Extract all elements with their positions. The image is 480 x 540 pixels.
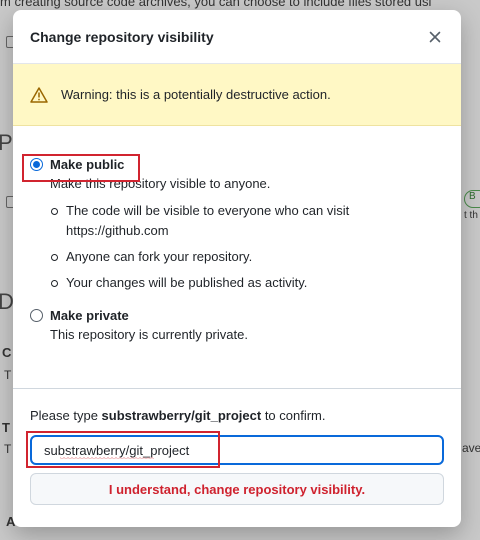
dialog-title: Change repository visibility (30, 28, 214, 45)
confirm-repo-input[interactable] (30, 435, 444, 465)
close-icon (429, 31, 441, 42)
confirm-repo-name: substrawberry/git_project (101, 408, 262, 423)
make-public-label[interactable]: Make public (50, 157, 124, 172)
background-item-text: T (4, 442, 12, 456)
visibility-dialog: Change repository visibility Warning: th… (13, 10, 461, 527)
make-private-option[interactable]: Make private (30, 305, 444, 325)
make-private-description: This repository is currently private. (50, 327, 248, 342)
background-item-title: T (2, 420, 10, 435)
make-public-option[interactable]: Make public (30, 154, 444, 174)
list-item: Anyone can fork your repository. (51, 247, 444, 267)
confirm-prefix: Please type (30, 408, 102, 423)
confirm-visibility-button[interactable]: I understand, change repository visibili… (30, 473, 444, 505)
background-top-text: m creating source code archives, you can… (0, 0, 432, 9)
list-item: Your changes will be published as activi… (51, 273, 444, 293)
confirm-suffix: to confirm. (261, 408, 326, 423)
make-private-radio[interactable] (30, 308, 43, 322)
confirm-instructions: Please type substrawberry/git_project to… (30, 408, 444, 423)
background-badge: B (464, 190, 480, 208)
confirm-section: Please type substrawberry/git_project to… (13, 389, 461, 505)
background-right-text: t th (464, 210, 478, 221)
warning-text: Warning: this is a potentially destructi… (61, 87, 331, 102)
make-public-radio[interactable] (30, 157, 43, 171)
background-item-text: T (4, 368, 12, 382)
background-right-text: ave (462, 441, 480, 455)
make-public-description: Make this repository visible to anyone. (50, 176, 271, 191)
close-button[interactable] (426, 28, 444, 46)
visibility-options: Make public Make this repository visible… (13, 126, 461, 389)
dialog-header: Change repository visibility (13, 10, 461, 64)
public-consequences-list: The code will be visible to everyone who… (51, 201, 444, 293)
list-item: The code will be visible to everyone who… (51, 201, 444, 241)
background-item-title: C (2, 345, 12, 360)
alert-icon (30, 86, 48, 103)
make-private-label[interactable]: Make private (50, 308, 129, 323)
warning-banner: Warning: this is a potentially destructi… (13, 64, 461, 126)
